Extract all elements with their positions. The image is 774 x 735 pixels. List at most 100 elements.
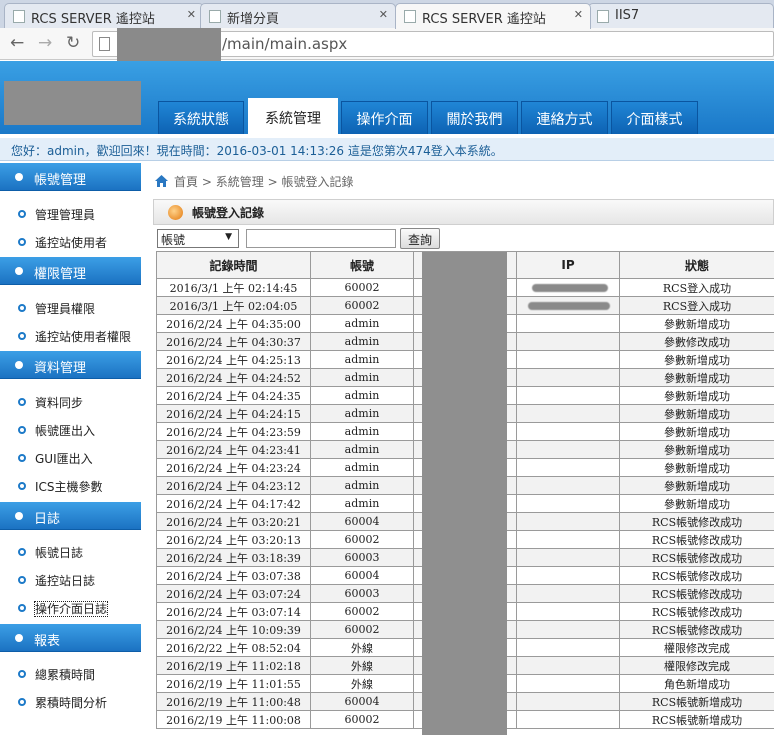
cell-ip [516,512,620,531]
sidebar-item-station-users[interactable]: 遙控站使用者 [0,231,141,253]
sidebar-item-station-log[interactable]: 遙控站日誌 [0,569,141,591]
cell-time: 2016/3/1 上午 02:04:05 [156,296,311,315]
cell-account: 60003 [310,548,414,567]
ring-bullet-icon [18,670,26,678]
sidebar-item-account-log[interactable]: 帳號日誌 [0,541,141,563]
cell-account: 60004 [310,692,414,711]
cell-account: 60002 [310,602,414,621]
sidebar-group-logs[interactable]: 日誌 [0,502,141,530]
browser-tab-label: RCS SERVER 遙控站 [422,12,546,27]
sidebar-item-manage-admin[interactable]: 管理管理員 [0,203,141,225]
sidebar-item-time-analysis[interactable]: 累積時間分析 [0,691,141,713]
sidebar-item-ics-host-params[interactable]: ICS主機參數 [0,475,141,497]
cell-account: 60002 [310,278,414,297]
sidebar-group-data[interactable]: 資料管理 [0,351,141,379]
sidebar-item-data-sync[interactable]: 資料同步 [0,391,141,413]
cell-time: 2016/2/24 上午 10:09:39 [156,620,311,639]
cell-ip [516,404,620,423]
browser-tab-active[interactable]: RCS SERVER 遙控站 ✕ [395,3,591,29]
query-button[interactable]: 查詢 [400,228,440,249]
browser-toolbar: ← → ↻ /main/main.aspx [0,28,774,62]
cell-account: 60004 [310,512,414,531]
browser-tab-label: IIS7 [615,8,640,23]
back-arrow-icon[interactable]: ← [10,33,24,53]
search-input[interactable] [246,229,396,248]
redacted-host [117,28,221,62]
nav-tab-label: 操作介面 [356,112,413,128]
cell-status: 參數修改成功 [619,332,774,351]
cell-status: RCS帳號新增成功 [619,692,774,711]
sidebar-item-label: 遙控站使用者權限 [35,330,132,344]
url-text: /main/main.aspx [222,35,348,53]
cell-status: RCS帳號新增成功 [619,710,774,729]
cell-time: 2016/2/24 上午 04:23:41 [156,440,311,459]
sidebar-item-total-time[interactable]: 總累積時間 [0,663,141,685]
cell-account: admin [310,476,414,495]
cell-status: RCS登入成功 [619,278,774,297]
search-field-value: 帳號 [161,233,186,247]
cell-account: admin [310,404,414,423]
nav-tab-about[interactable]: 關於我們 [431,101,518,134]
cell-time: 2016/2/24 上午 03:07:14 [156,602,311,621]
nav-tab-style[interactable]: 介面樣式 [611,101,698,134]
cell-account: admin [310,332,414,351]
cell-time: 2016/2/24 上午 03:07:24 [156,584,311,603]
forward-arrow-icon[interactable]: → [38,33,52,53]
close-tab-icon[interactable]: ✕ [574,8,583,21]
cell-status: RCS帳號修改成功 [619,530,774,549]
close-tab-icon[interactable]: ✕ [187,8,196,21]
sidebar-item-account-import-export[interactable]: 帳號匯出入 [0,419,141,441]
cell-time: 2016/2/24 上午 04:25:13 [156,350,311,369]
nav-tab-status[interactable]: 系統狀態 [158,101,244,134]
home-icon[interactable] [155,175,168,187]
search-field-select[interactable]: 帳號 ▼ [157,229,239,248]
bullet-icon [15,361,23,369]
nav-tab-label: 關於我們 [446,112,503,128]
close-tab-icon[interactable]: ✕ [379,8,388,21]
sidebar-item-label: 資料同步 [35,396,84,410]
reload-icon[interactable]: ↻ [66,33,80,53]
browser-tab[interactable]: RCS SERVER 遙控站 ✕ [4,3,204,29]
cell-ip [516,656,620,675]
cell-ip [516,440,620,459]
sidebar-item-interface-log[interactable]: 操作介面日誌 [0,597,141,619]
nav-tab-operation[interactable]: 操作介面 [341,101,428,134]
panel-header: 帳號登入記錄 [153,199,774,225]
sidebar-item-admin-permission[interactable]: 管理員權限 [0,297,141,319]
sidebar-group-account[interactable]: 帳號管理 [0,163,141,191]
cell-status: RCS帳號修改成功 [619,566,774,585]
nav-tab-label: 連絡方式 [536,112,593,128]
breadcrumb-separator: > [201,175,212,189]
sidebar-item-label: 管理管理員 [35,208,96,222]
sidebar-group-title: 報表 [34,634,61,649]
cell-account: 60004 [310,566,414,585]
cell-ip [516,332,620,351]
site-header: 系統狀態 系統管理 操作介面 關於我們 連絡方式 介面樣式 [0,61,774,134]
cell-status: 參數新增成功 [619,494,774,513]
sidebar-group-reports[interactable]: 報表 [0,624,141,652]
cell-status: RCS帳號修改成功 [619,602,774,621]
cell-ip [516,350,620,369]
sidebar-item-gui-import-export[interactable]: GUI匯出入 [0,447,141,469]
sidebar-group-permission[interactable]: 權限管理 [0,257,141,285]
breadcrumb-section[interactable]: 系統管理 [216,175,264,189]
bullet-icon [15,173,23,181]
cell-status: 權限修改完成 [619,656,774,675]
browser-tab[interactable]: 新增分頁 ✕ [200,3,396,29]
address-bar[interactable]: /main/main.aspx [92,28,774,62]
cell-time: 2016/2/24 上午 04:17:42 [156,494,311,513]
nav-tab-contact[interactable]: 連絡方式 [521,101,608,134]
cell-time: 2016/2/24 上午 04:35:00 [156,314,311,333]
browser-tab[interactable]: IIS7 [588,3,774,29]
breadcrumb-home[interactable]: 首頁 [174,175,198,189]
cell-time: 2016/2/24 上午 03:20:13 [156,530,311,549]
nav-tab-label: 系統狀態 [173,112,229,128]
cell-status: 參數新增成功 [619,440,774,459]
nav-tab-system-admin[interactable]: 系統管理 [248,98,338,134]
sidebar-item-station-user-permission[interactable]: 遙控站使用者權限 [0,325,141,347]
page-favicon-icon [13,10,25,23]
cell-account: admin [310,368,414,387]
ip-blurred [528,302,610,310]
cell-status: 參數新增成功 [619,458,774,477]
ip-blurred [532,284,608,292]
